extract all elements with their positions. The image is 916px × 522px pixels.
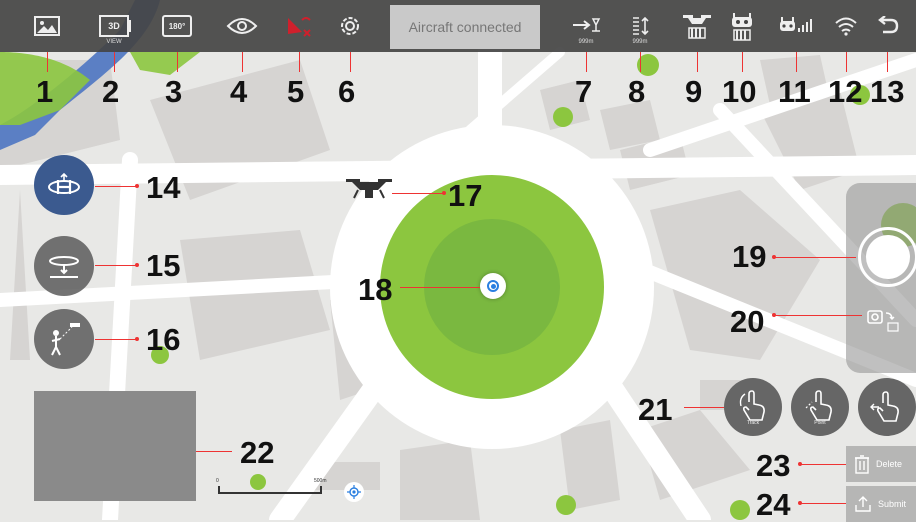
callout-1: 1 bbox=[36, 74, 54, 109]
connection-status: Aircraft connected bbox=[390, 5, 540, 49]
distance-value: 999m bbox=[578, 39, 594, 45]
eye-icon bbox=[226, 18, 258, 34]
rotate-180-label: 180° bbox=[168, 21, 186, 31]
delete-label: Delete bbox=[876, 459, 903, 469]
point-mode-button[interactable]: Point bbox=[791, 378, 849, 436]
callout-3: 3 bbox=[165, 74, 183, 109]
follow-me-button[interactable] bbox=[34, 309, 94, 369]
shutter-button[interactable] bbox=[858, 227, 916, 287]
locate-button[interactable] bbox=[344, 482, 364, 502]
3d-view-button[interactable]: 3D VIEW bbox=[94, 6, 134, 46]
landing-button[interactable] bbox=[34, 236, 94, 296]
hand-swipe-icon bbox=[739, 390, 765, 421]
hand-tap-icon bbox=[805, 390, 832, 421]
aircraft-marker[interactable] bbox=[344, 176, 394, 206]
scale-end-label: 500m bbox=[314, 478, 327, 484]
camera-switch-icon bbox=[867, 310, 899, 332]
video-preview[interactable] bbox=[34, 391, 196, 501]
callout-14: 14 bbox=[146, 170, 181, 205]
callout-8: 8 bbox=[628, 74, 646, 109]
controller-battery-indicator bbox=[722, 6, 762, 46]
submit-button[interactable]: Submit bbox=[846, 486, 916, 522]
wifi-indicator bbox=[826, 6, 866, 46]
gear-icon bbox=[341, 17, 359, 35]
aircraft-battery-icon bbox=[683, 15, 711, 39]
distance-icon bbox=[573, 18, 601, 32]
aircraft-battery-indicator bbox=[677, 6, 717, 46]
3d-view-label: 3D bbox=[108, 21, 120, 31]
rotate-180-button[interactable]: 180° bbox=[157, 6, 197, 46]
trash-icon bbox=[855, 455, 869, 474]
hand-draw-icon bbox=[870, 391, 899, 422]
point-mode-label: Point bbox=[814, 420, 826, 426]
wifi-icon bbox=[835, 17, 857, 36]
gps-signal-button[interactable] bbox=[279, 6, 319, 46]
submit-label: Submit bbox=[878, 499, 907, 509]
callout-19: 19 bbox=[732, 239, 767, 274]
settings-button[interactable] bbox=[330, 6, 370, 46]
controller-battery-icon bbox=[732, 13, 752, 41]
takeoff-icon bbox=[48, 172, 80, 194]
callout-10: 10 bbox=[722, 74, 757, 109]
callout-23: 23 bbox=[756, 448, 791, 483]
altitude-indicator: 999m bbox=[620, 6, 660, 46]
delete-button[interactable]: Delete bbox=[846, 446, 916, 482]
distance-indicator: 999m bbox=[566, 6, 606, 46]
no-signal-icon bbox=[288, 17, 311, 37]
callout-13: 13 bbox=[870, 74, 905, 109]
gallery-button[interactable] bbox=[27, 6, 67, 46]
callout-24: 24 bbox=[756, 487, 791, 522]
altitude-value: 999m bbox=[632, 39, 648, 45]
home-point-marker[interactable] bbox=[480, 273, 506, 299]
3d-view-icon: 3D bbox=[99, 15, 131, 37]
callout-12: 12 bbox=[828, 74, 863, 109]
visibility-button[interactable] bbox=[222, 6, 262, 46]
image-icon bbox=[34, 16, 60, 36]
callout-4: 4 bbox=[230, 74, 248, 109]
callout-18: 18 bbox=[358, 272, 393, 307]
signal-strength-icon bbox=[780, 17, 812, 32]
callout-17: 17 bbox=[448, 178, 483, 213]
callout-16: 16 bbox=[146, 322, 181, 357]
callout-21: 21 bbox=[638, 392, 673, 427]
callout-9: 9 bbox=[685, 74, 703, 109]
callout-5: 5 bbox=[287, 74, 305, 109]
callout-11: 11 bbox=[778, 74, 811, 109]
altitude-icon bbox=[633, 16, 649, 36]
3d-view-sublabel: VIEW bbox=[106, 39, 122, 45]
callout-22: 22 bbox=[240, 435, 275, 470]
track-mode-button[interactable]: Track bbox=[724, 378, 782, 436]
takeoff-button[interactable] bbox=[34, 155, 94, 215]
callout-6: 6 bbox=[338, 74, 356, 109]
callout-20: 20 bbox=[730, 304, 765, 339]
switch-camera-button[interactable] bbox=[864, 305, 904, 335]
rotate-180-icon: 180° bbox=[162, 15, 192, 37]
callout-15: 15 bbox=[146, 248, 181, 283]
track-mode-label: Track bbox=[746, 420, 760, 426]
back-icon bbox=[878, 16, 899, 34]
callout-7: 7 bbox=[575, 74, 593, 109]
connection-status-text: Aircraft connected bbox=[408, 19, 522, 35]
crosshair-icon bbox=[347, 485, 361, 499]
scale-start-label: 0 bbox=[216, 478, 219, 484]
upload-icon bbox=[855, 496, 871, 512]
landing-icon bbox=[49, 256, 79, 278]
rc-signal-indicator bbox=[776, 6, 816, 46]
back-button[interactable] bbox=[867, 6, 907, 46]
callout-2: 2 bbox=[102, 74, 120, 109]
draw-mode-button[interactable] bbox=[858, 378, 916, 436]
follow-me-icon bbox=[51, 323, 80, 356]
